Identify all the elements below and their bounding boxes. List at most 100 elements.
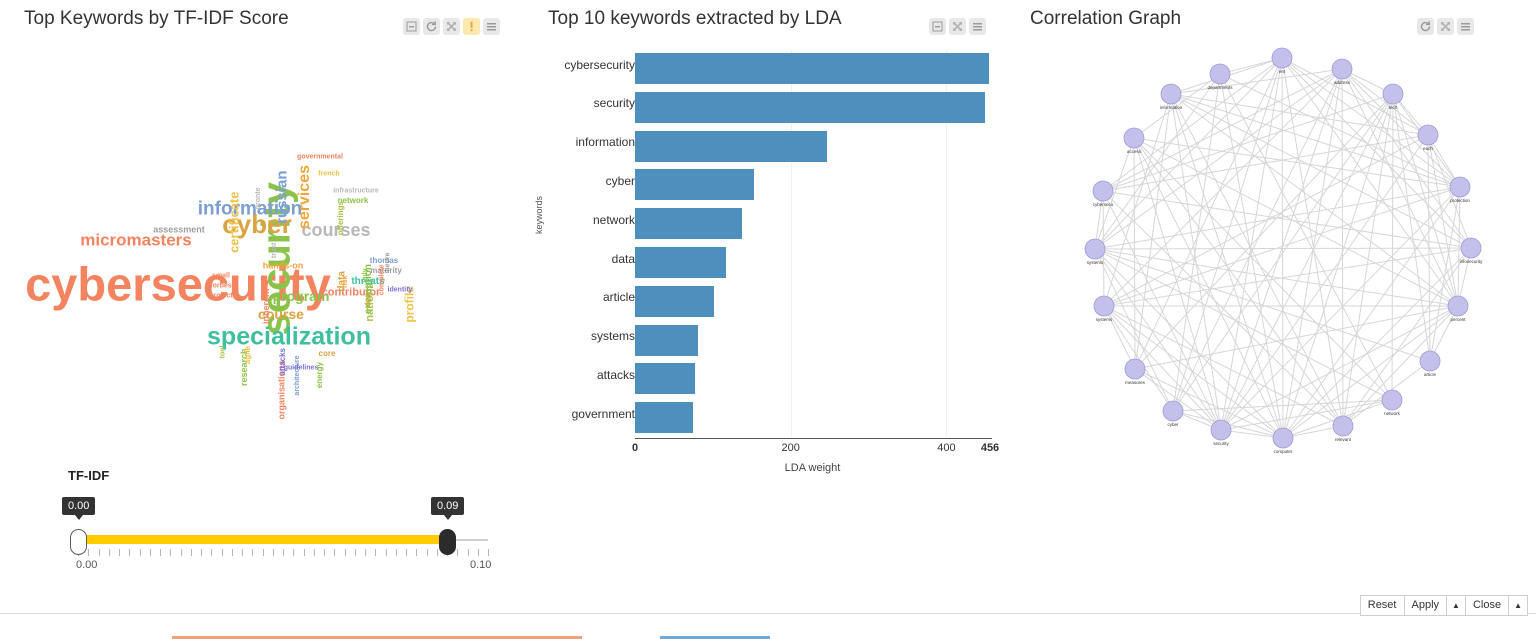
- lda-bar-chart[interactable]: keywords LDA weight cybersecurity securit…: [534, 44, 1008, 474]
- bar[interactable]: [635, 53, 990, 84]
- graph-node[interactable]: [1210, 419, 1232, 441]
- graph-node[interactable]: [1382, 83, 1404, 105]
- word-cloud-term[interactable]: russian: [274, 171, 291, 224]
- panel-header-correlation: Correlation Graph: [1030, 0, 1520, 44]
- graph-node-label: departments: [1207, 85, 1233, 90]
- graph-node[interactable]: [1092, 180, 1114, 202]
- word-cloud-term[interactable]: agile: [243, 346, 252, 364]
- refresh-icon[interactable]: [423, 18, 440, 35]
- bar-category-label: cyber: [605, 173, 635, 188]
- bar[interactable]: [635, 208, 743, 240]
- graph-node[interactable]: [1460, 237, 1482, 259]
- word-cloud-term[interactable]: cisa: [365, 295, 372, 309]
- bar[interactable]: [635, 324, 699, 356]
- word-cloud[interactable]: cybersecurity security specialization cyber…: [24, 44, 524, 434]
- word-cloud-term[interactable]: certificate: [227, 192, 242, 253]
- expand-icon[interactable]: [949, 18, 966, 35]
- graph-node[interactable]: [1332, 415, 1354, 437]
- slider-area[interactable]: 0.00 0.09 0.00 0.10: [62, 497, 498, 589]
- graph-node[interactable]: [1381, 389, 1403, 411]
- caret-up-icon[interactable]: ▲: [1508, 595, 1528, 617]
- graph-node[interactable]: [1123, 127, 1145, 149]
- word-cloud-term[interactable]: architecture: [294, 356, 301, 396]
- graph-node[interactable]: [1160, 83, 1182, 105]
- graph-node[interactable]: [1447, 295, 1469, 317]
- expand-icon[interactable]: [1437, 18, 1454, 35]
- word-cloud-term[interactable]: trust: [271, 243, 278, 259]
- graph-node-label: address: [1333, 80, 1351, 85]
- slider-tick: [190, 549, 192, 556]
- x-axis-tick-label: 456: [980, 442, 1000, 454]
- graph-node-label: network: [1384, 411, 1400, 416]
- graph-node-label: percent: [1450, 317, 1466, 322]
- x-axis-tick-label: 400: [937, 442, 956, 454]
- slider-label: TF-IDF: [68, 468, 110, 483]
- menu-icon[interactable]: [483, 18, 500, 35]
- expand-icon[interactable]: [443, 18, 460, 35]
- word-cloud-term[interactable]: heure: [385, 253, 392, 272]
- bar[interactable]: [635, 91, 985, 123]
- slider-ticks: [78, 549, 490, 557]
- graph-node-label: cybersecu: [1092, 202, 1114, 207]
- minimize-icon[interactable]: [403, 18, 420, 35]
- minimize-icon[interactable]: [929, 18, 946, 35]
- word-cloud-term[interactable]: forbes: [210, 283, 231, 290]
- word-cloud-term[interactable]: inherent: [261, 289, 271, 325]
- bar[interactable]: [635, 285, 715, 317]
- graph-node[interactable]: [1084, 238, 1106, 260]
- word-cloud-term[interactable]: services: [296, 165, 313, 229]
- graph-node[interactable]: [1331, 58, 1353, 80]
- bar[interactable]: [635, 247, 727, 278]
- word-cloud-term[interactable]: risk: [342, 276, 349, 288]
- panel-top-keywords-tfidf: Top Keywords by TF-IDF Score cybersecuri…: [24, 0, 534, 434]
- apply-button[interactable]: Apply: [1403, 595, 1448, 617]
- word-cloud-term[interactable]: guidelines: [284, 365, 319, 372]
- warning-icon[interactable]: [463, 18, 480, 35]
- word-cloud-term[interactable]: governmental: [297, 154, 343, 161]
- graph-node-label: tech: [1388, 105, 1398, 110]
- word-cloud-term[interactable]: hands-on: [263, 261, 304, 271]
- word-cloud-term[interactable]: small: [212, 273, 230, 280]
- graph-node[interactable]: [1449, 176, 1471, 198]
- bar[interactable]: [635, 169, 755, 201]
- word-cloud-term[interactable]: assessment: [153, 225, 205, 235]
- slider-track-fill: [78, 535, 447, 544]
- word-cloud-term[interactable]: infrastructure: [333, 188, 379, 195]
- graph-node[interactable]: [1419, 350, 1441, 372]
- word-cloud-term[interactable]: yuly: [362, 269, 369, 283]
- slider-tick: [488, 549, 489, 556]
- close-button[interactable]: Close: [1464, 595, 1510, 617]
- caret-up-icon[interactable]: ▲: [1446, 595, 1466, 617]
- word-cloud-term[interactable]: offerings: [336, 201, 345, 235]
- word-cloud-term[interactable]: core: [319, 350, 336, 358]
- word-cloud-term[interactable]: energy: [315, 362, 324, 388]
- menu-icon[interactable]: [1457, 18, 1474, 35]
- word-cloud-term[interactable]: french: [318, 171, 339, 178]
- graph-node[interactable]: [1417, 124, 1439, 146]
- word-cloud-term[interactable]: specialization: [207, 324, 371, 350]
- refresh-icon[interactable]: [1417, 18, 1434, 35]
- word-cloud-term[interactable]: tool: [219, 346, 226, 359]
- bar-category-label: network: [592, 212, 635, 227]
- graph-node[interactable]: [1272, 427, 1294, 449]
- bar[interactable]: [635, 402, 694, 434]
- word-cloud-term[interactable]: project: [209, 293, 232, 300]
- graph-node[interactable]: [1209, 63, 1231, 85]
- bar[interactable]: [635, 363, 695, 395]
- slider-handle-low[interactable]: [70, 529, 87, 555]
- graph-node[interactable]: [1271, 47, 1293, 69]
- menu-icon[interactable]: [969, 18, 986, 35]
- bar[interactable]: [635, 130, 827, 162]
- reset-button[interactable]: Reset: [1359, 595, 1405, 617]
- graph-node[interactable]: [1162, 400, 1184, 422]
- word-cloud-term[interactable]: bronte: [255, 188, 262, 210]
- slider-tick: [262, 549, 264, 556]
- slider-tick: [354, 549, 356, 556]
- correlation-network[interactable]: ent departments address information tech acce…: [1030, 44, 1520, 464]
- word-cloud-term[interactable]: identity: [388, 287, 413, 294]
- graph-node[interactable]: [1124, 358, 1146, 380]
- slider-handle-high[interactable]: [439, 529, 456, 555]
- graph-node[interactable]: [1093, 295, 1115, 317]
- bar-category-label: attacks: [596, 367, 635, 382]
- panel-correlation-graph: Correlation Graph ent departments address i…: [1030, 0, 1520, 464]
